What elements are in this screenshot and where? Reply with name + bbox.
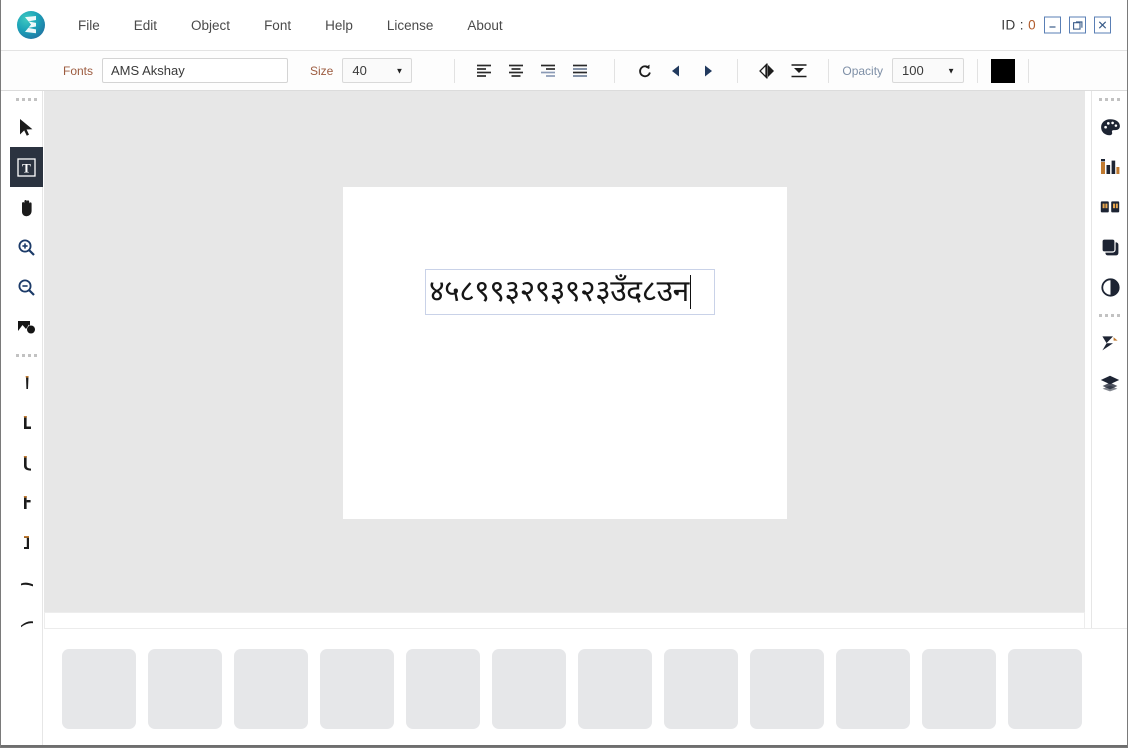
left-rail-divider bbox=[10, 347, 42, 363]
document-id-label: ID : 0 bbox=[1001, 17, 1036, 33]
align-right-button[interactable] bbox=[535, 58, 561, 84]
size-label: Size bbox=[310, 63, 334, 78]
stroke-tool-1[interactable] bbox=[10, 363, 43, 403]
right-rail-drag-handle[interactable] bbox=[1092, 91, 1127, 107]
right-rail-divider bbox=[1092, 307, 1127, 323]
chevron-down-icon: ▼ bbox=[395, 66, 404, 75]
menu-item-font[interactable]: Font bbox=[247, 12, 308, 39]
text-tool[interactable]: T bbox=[10, 147, 43, 187]
menu-item-object[interactable]: Object bbox=[174, 12, 247, 39]
font-size-value: 40 bbox=[352, 63, 367, 78]
text-object-content[interactable]: ४५८९९३२९३९२३उँद८उन bbox=[426, 277, 689, 307]
layers-panel-button[interactable] bbox=[1092, 363, 1127, 403]
glyph-thumb-7[interactable] bbox=[578, 648, 652, 729]
rotate-button[interactable] bbox=[631, 58, 657, 84]
document-page[interactable]: ४५८९९३२९३९२३उँद८उन bbox=[343, 187, 787, 519]
fill-color-swatch[interactable] bbox=[991, 58, 1016, 83]
stroke-tool-5[interactable] bbox=[10, 523, 43, 563]
palette-panel-button[interactable] bbox=[1092, 107, 1127, 147]
flip-horizontal-button[interactable] bbox=[754, 58, 780, 84]
toolbar-divider-5 bbox=[977, 58, 979, 83]
contrast-panel-button[interactable] bbox=[1092, 267, 1127, 307]
menu-item-help[interactable]: Help bbox=[308, 12, 370, 39]
minimize-button[interactable] bbox=[1044, 16, 1061, 34]
menu-bar: File Edit Object Font Help License About… bbox=[1, 0, 1127, 51]
previous-glyph-button[interactable] bbox=[663, 58, 689, 84]
canvas-area[interactable]: ४५८९९३२९३९२३उँद८उन bbox=[44, 91, 1085, 628]
window-bottom-edge bbox=[1, 745, 1127, 747]
metrics-panel-button[interactable] bbox=[1092, 147, 1127, 187]
glyph-thumb-2[interactable] bbox=[148, 648, 222, 729]
glyph-thumb-4[interactable] bbox=[320, 648, 394, 729]
glyph-thumb-11[interactable] bbox=[922, 648, 996, 729]
transform-button-group bbox=[628, 58, 724, 84]
svg-text:T: T bbox=[22, 160, 31, 175]
left-rail-drag-handle[interactable] bbox=[10, 91, 42, 107]
toolbar-divider-3 bbox=[737, 58, 739, 83]
glyph-thumb-5[interactable] bbox=[406, 648, 480, 729]
select-tool[interactable] bbox=[10, 107, 43, 147]
font-name-input[interactable] bbox=[102, 58, 289, 83]
toolbar-divider-6 bbox=[1028, 58, 1030, 83]
mirror-button-group bbox=[751, 58, 815, 84]
stroke-tool-7[interactable] bbox=[10, 603, 43, 643]
menu-item-about[interactable]: About bbox=[450, 12, 519, 39]
app-logo-icon bbox=[17, 11, 45, 39]
flip-vertical-button[interactable] bbox=[786, 58, 812, 84]
align-center-button[interactable] bbox=[503, 58, 529, 84]
stroke-tool-4[interactable] bbox=[10, 483, 43, 523]
stroke-tool-3[interactable] bbox=[10, 443, 43, 483]
glyph-thumb-3[interactable] bbox=[234, 648, 308, 729]
menu-item-license[interactable]: License bbox=[370, 12, 451, 39]
glyph-thumb-12[interactable] bbox=[1008, 648, 1082, 729]
glyph-thumb-8[interactable] bbox=[664, 648, 738, 729]
alignment-button-group bbox=[468, 58, 596, 84]
glyph-thumb-9[interactable] bbox=[750, 648, 824, 729]
toolbar-divider-2 bbox=[614, 58, 616, 83]
format-toolbar: Fonts Size 40 ▼ bbox=[1, 51, 1127, 91]
font-size-select[interactable]: 40 ▼ bbox=[342, 58, 413, 83]
chevron-down-icon-opacity: ▼ bbox=[947, 66, 956, 75]
menu-item-list: File Edit Object Font Help License About bbox=[61, 12, 520, 39]
restore-button[interactable] bbox=[1069, 16, 1086, 34]
opacity-select[interactable]: 100 ▼ bbox=[892, 58, 965, 83]
align-left-button[interactable] bbox=[471, 58, 497, 84]
window-controls: ID : 0 bbox=[1001, 16, 1111, 34]
left-tool-rail: T bbox=[10, 91, 43, 747]
application-window: File Edit Object Font Help License About… bbox=[0, 0, 1128, 748]
glyph-thumb-10[interactable] bbox=[836, 648, 910, 729]
toolbar-divider-4 bbox=[828, 58, 830, 83]
align-justify-button[interactable] bbox=[567, 58, 593, 84]
menu-item-file[interactable]: File bbox=[61, 12, 117, 39]
toolbar-divider bbox=[454, 58, 456, 83]
glyph-thumb-6[interactable] bbox=[492, 648, 566, 729]
next-glyph-button[interactable] bbox=[695, 58, 721, 84]
zoom-out-tool[interactable] bbox=[10, 267, 43, 307]
opacity-label: Opacity bbox=[842, 63, 884, 78]
export-panel-button[interactable] bbox=[1092, 323, 1127, 363]
zoom-in-tool[interactable] bbox=[10, 227, 43, 267]
text-caret bbox=[689, 275, 692, 309]
glyph-filmstrip[interactable] bbox=[44, 628, 1127, 747]
pan-tool[interactable] bbox=[10, 187, 43, 227]
glyph-thumb-1[interactable] bbox=[62, 648, 136, 729]
menu-item-edit[interactable]: Edit bbox=[117, 12, 174, 39]
opacity-value: 100 bbox=[902, 63, 924, 78]
fonts-label: Fonts bbox=[63, 63, 94, 78]
stroke-tool-6[interactable] bbox=[10, 563, 43, 603]
text-object-box[interactable]: ४५८९९३२९३९२३उँद८उन bbox=[425, 269, 715, 315]
close-button[interactable] bbox=[1094, 16, 1111, 34]
image-shape-tool[interactable] bbox=[10, 307, 43, 347]
duplicate-panel-button[interactable] bbox=[1092, 227, 1127, 267]
columns-panel-button[interactable] bbox=[1092, 187, 1127, 227]
stroke-tool-2[interactable] bbox=[10, 403, 43, 443]
